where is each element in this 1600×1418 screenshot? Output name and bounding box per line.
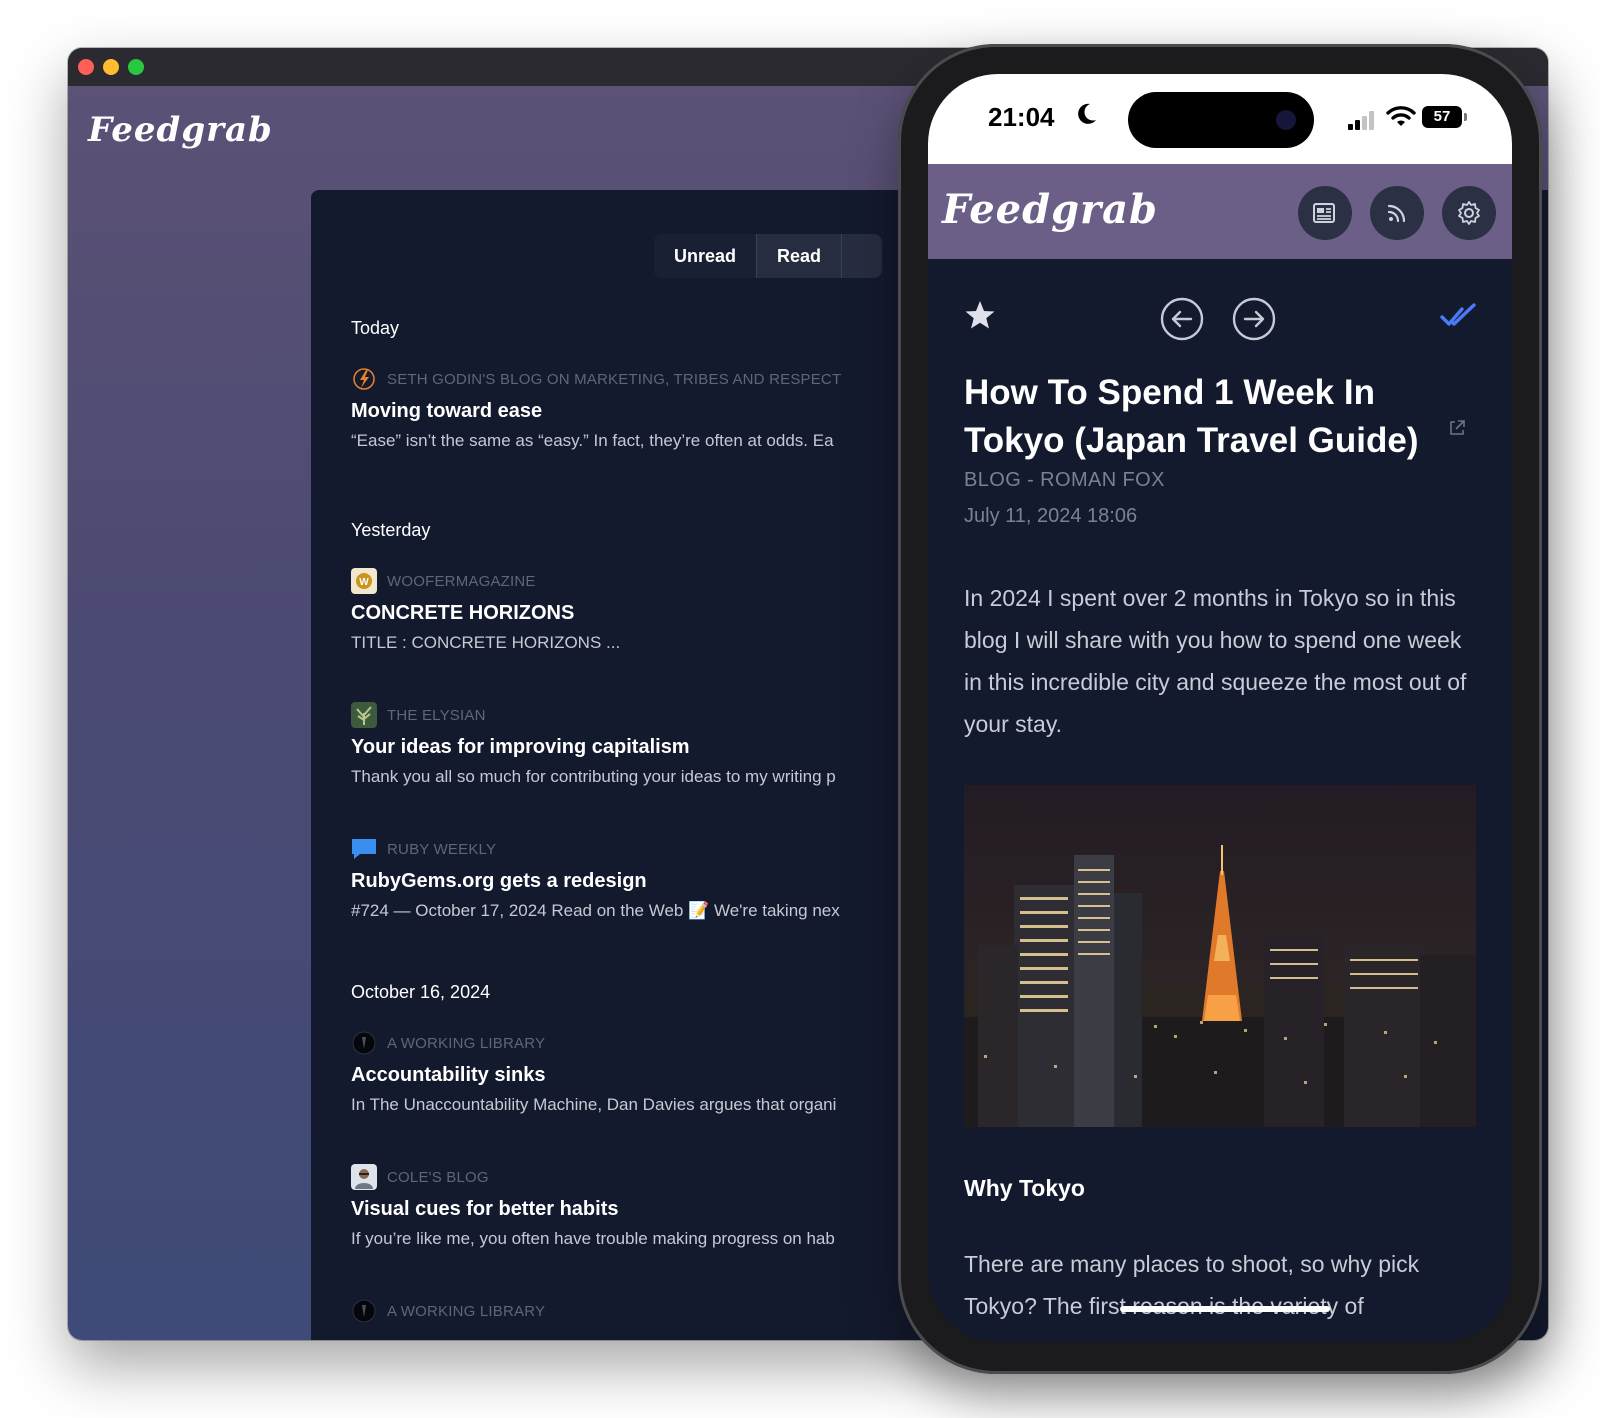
wifi-icon bbox=[1386, 104, 1416, 130]
source-name: RUBY WEEKLY bbox=[387, 840, 497, 858]
status-bar: 21:04 57 bbox=[928, 74, 1512, 164]
working-library-icon bbox=[351, 1030, 377, 1056]
list-item[interactable]: A WORKING LIBRARY bbox=[351, 1298, 911, 1324]
tab-more[interactable] bbox=[841, 234, 882, 278]
article-body: There are many places to shoot, so why p… bbox=[964, 1251, 1420, 1319]
newspaper-icon[interactable] bbox=[1298, 186, 1352, 240]
app-logo[interactable]: Feedgrab bbox=[88, 110, 273, 150]
entry-title[interactable]: Your ideas for improving capitalism bbox=[351, 736, 911, 759]
window-maximize-button[interactable] bbox=[128, 59, 144, 75]
article-view: How To Spend 1 Week In Tokyo (Japan Trav… bbox=[928, 259, 1512, 1342]
article-lead: In 2024 I spent over 2 months in Tokyo s… bbox=[964, 585, 1467, 737]
entry-snippet: Thank you all so much for contributing y… bbox=[351, 767, 836, 786]
ruby-weekly-chat-icon bbox=[351, 836, 377, 862]
entry-title[interactable]: Accountability sinks bbox=[351, 1064, 911, 1087]
entry-snippet: In The Unaccountability Machine, Dan Dav… bbox=[351, 1095, 837, 1114]
article-date: July 11, 2024 18:06 bbox=[964, 505, 1138, 527]
home-indicator[interactable] bbox=[1120, 1306, 1330, 1312]
section-heading: Why Tokyo bbox=[964, 1175, 1085, 1201]
arrow-right-icon[interactable] bbox=[1232, 297, 1276, 341]
entry-snippet: “Ease” isn’t the same as “easy.” In fact… bbox=[351, 431, 834, 450]
tab-unread[interactable]: Unread bbox=[654, 234, 757, 278]
article-title[interactable]: How To Spend 1 Week In Tokyo (Japan Trav… bbox=[964, 369, 1464, 465]
entry-title[interactable]: Moving toward ease bbox=[351, 400, 911, 423]
app-logo[interactable]: Feedgrab bbox=[942, 186, 1158, 233]
dynamic-island bbox=[1128, 92, 1314, 148]
phone-frame: 21:04 57 Feedgrab How To Spend 1 Week In… bbox=[898, 44, 1542, 1374]
tokyo-night-skyline-image bbox=[964, 785, 1476, 1127]
source-name: A WORKING LIBRARY bbox=[387, 1302, 546, 1320]
entry-snippet: #724 — October 17, 2024 Read on the Web … bbox=[351, 901, 840, 920]
list-item[interactable]: W WOOFERMAGAZINE CONCRETE HORIZONS TITLE… bbox=[351, 568, 911, 653]
window-minimize-button[interactable] bbox=[103, 59, 119, 75]
source-name: A WORKING LIBRARY bbox=[387, 1034, 546, 1052]
star-icon[interactable] bbox=[964, 299, 996, 331]
entry-title[interactable]: Visual cues for better habits bbox=[351, 1198, 911, 1221]
entry-snippet: If you’re like me, you often have troubl… bbox=[351, 1229, 835, 1248]
working-library-icon bbox=[351, 1298, 377, 1324]
app-header: Feedgrab bbox=[928, 164, 1512, 259]
entry-title[interactable]: CONCRETE HORIZONS bbox=[351, 602, 911, 625]
list-item[interactable]: A WORKING LIBRARY Accountability sinks I… bbox=[351, 1030, 911, 1115]
list-item[interactable]: COLE'S BLOG Visual cues for better habit… bbox=[351, 1164, 911, 1249]
camera-icon bbox=[1276, 110, 1296, 130]
phone-screen: 21:04 57 Feedgrab How To Spend 1 Week In… bbox=[928, 74, 1512, 1342]
article-source: BLOG - ROMAN FOX bbox=[964, 469, 1165, 491]
cole-avatar-icon bbox=[351, 1164, 377, 1190]
stage: Feedgrab Unread Read Today SETH GODIN'S … bbox=[0, 0, 1600, 1418]
list-item[interactable]: RUBY WEEKLY RubyGems.org gets a redesign… bbox=[351, 836, 911, 921]
source-name: COLE'S BLOG bbox=[387, 1168, 489, 1186]
elysian-plant-icon bbox=[351, 702, 377, 728]
status-time: 21:04 bbox=[988, 102, 1055, 132]
woofer-w-icon: W bbox=[351, 568, 377, 594]
window-close-button[interactable] bbox=[78, 59, 94, 75]
svg-text:W: W bbox=[359, 577, 369, 588]
arrow-left-icon[interactable] bbox=[1160, 297, 1204, 341]
battery-indicator: 57 bbox=[1422, 106, 1467, 128]
source-name: WOOFERMAGAZINE bbox=[387, 572, 536, 590]
entry-snippet: TITLE : CONCRETE HORIZONS ... bbox=[351, 633, 621, 652]
double-check-icon[interactable] bbox=[1440, 301, 1478, 331]
entry-title[interactable]: RubyGems.org gets a redesign bbox=[351, 870, 911, 893]
list-item[interactable]: THE ELYSIAN Your ideas for improving cap… bbox=[351, 702, 911, 787]
rss-icon[interactable] bbox=[1370, 186, 1424, 240]
source-name: THE ELYSIAN bbox=[387, 706, 486, 724]
group-title-date: October 16, 2024 bbox=[351, 982, 491, 1002]
gear-icon[interactable] bbox=[1442, 186, 1496, 240]
seth-godin-bolt-icon bbox=[351, 366, 377, 392]
source-name: SETH GODIN'S BLOG ON MARKETING, TRIBES A… bbox=[387, 370, 842, 388]
list-item[interactable]: SETH GODIN'S BLOG ON MARKETING, TRIBES A… bbox=[351, 366, 911, 451]
cellular-signal-icon bbox=[1348, 110, 1378, 130]
external-link-icon[interactable] bbox=[1448, 419, 1466, 437]
tab-read[interactable]: Read bbox=[756, 234, 841, 278]
group-title-today: Today bbox=[351, 318, 400, 338]
read-filter-tabs: Unread Read bbox=[654, 234, 883, 278]
moon-icon bbox=[1076, 102, 1098, 133]
group-title-yesterday: Yesterday bbox=[351, 520, 431, 540]
